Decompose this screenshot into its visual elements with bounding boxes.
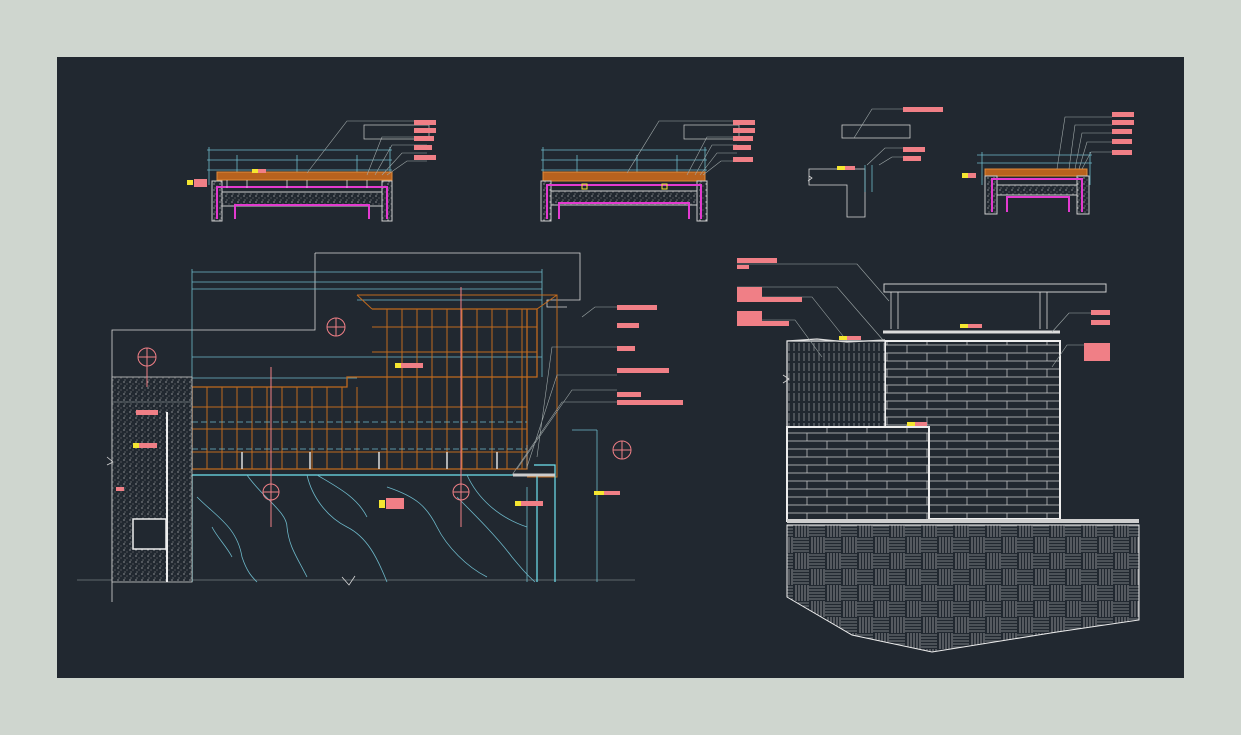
detail-small bbox=[807, 107, 943, 218]
cad-drawing bbox=[77, 107, 1140, 653]
section-2 bbox=[540, 120, 755, 222]
section-1 bbox=[187, 120, 436, 222]
section-3 bbox=[962, 112, 1134, 215]
plan-deck bbox=[77, 252, 683, 602]
elevation-wall bbox=[737, 258, 1140, 653]
drawing-sheet bbox=[57, 57, 1184, 678]
